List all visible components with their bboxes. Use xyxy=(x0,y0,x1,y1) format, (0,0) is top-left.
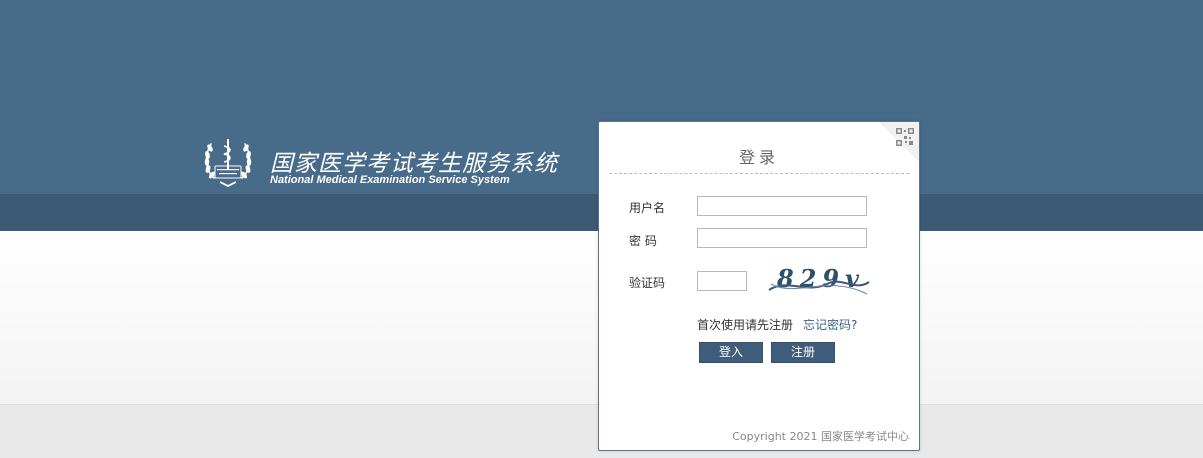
captcha-image[interactable]: 829v xyxy=(767,264,871,300)
username-input[interactable] xyxy=(697,196,867,216)
login-page: 国家医学考试考生服务系统 National Medical Examinatio… xyxy=(0,0,1203,458)
title-divider xyxy=(609,173,909,174)
captcha-label: 验证码 xyxy=(629,276,666,290)
caduceus-wreath-emblem-icon xyxy=(200,134,256,190)
brand-logo: 国家医学考试考生服务系统 National Medical Examinatio… xyxy=(200,134,580,194)
username-label: 用户名 xyxy=(629,201,666,215)
brand-title: 国家医学考试考生服务系统 xyxy=(270,151,558,177)
register-button[interactable]: 注册 xyxy=(771,342,835,363)
password-input[interactable] xyxy=(697,228,867,248)
first-use-hint: 首次使用请先注册 xyxy=(697,318,794,332)
copyright-text: Copyright 2021 国家医学考试中心 xyxy=(732,430,909,443)
forgot-password-link[interactable]: 忘记密码? xyxy=(803,318,857,332)
hint-row: 首次使用请先注册 忘记密码? xyxy=(697,316,857,333)
captcha-input[interactable] xyxy=(697,271,747,291)
brand-subtitle: National Medical Examination Service Sys… xyxy=(270,174,510,186)
password-label: 密 码 xyxy=(629,234,657,248)
login-title: 登录 xyxy=(738,148,779,167)
login-button[interactable]: 登入 xyxy=(699,342,763,363)
login-panel: 登录 用户名 密 码 验证码 829v 首次使用请先注册 忘记密码? 登入 注册 … xyxy=(598,121,920,451)
